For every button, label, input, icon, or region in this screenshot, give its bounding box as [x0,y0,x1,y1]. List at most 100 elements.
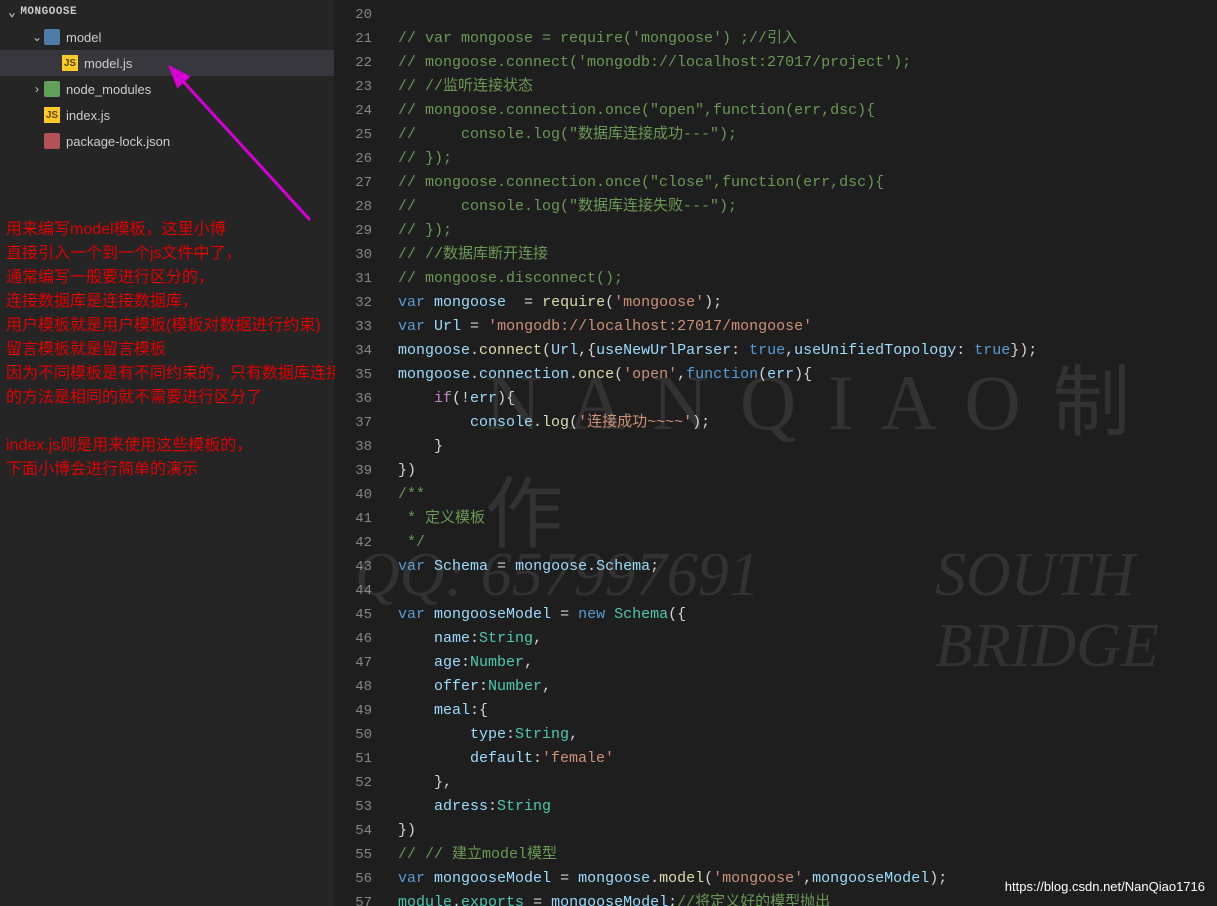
tree-item-label: package-lock.json [66,134,170,149]
code-line[interactable]: var mongoose = require('mongoose'); [398,291,1217,315]
code-line[interactable]: }, [398,771,1217,795]
line-number: 21 [335,27,372,51]
code-line[interactable] [398,579,1217,603]
line-number: 54 [335,819,372,843]
tree-item-package-lock-json[interactable]: package-lock.json [0,128,334,154]
line-number: 37 [335,411,372,435]
code-line[interactable]: // mongoose.disconnect(); [398,267,1217,291]
chevron-down-icon: ⌄ [30,30,44,44]
code-line[interactable]: adress:String [398,795,1217,819]
code-line[interactable]: name:String, [398,627,1217,651]
line-number-gutter: 2021222324252627282930313233343536373839… [335,0,390,906]
code-line[interactable]: default:'female' [398,747,1217,771]
code-line[interactable]: // //监听连接状态 [398,75,1217,99]
code-line[interactable]: // }); [398,219,1217,243]
chevron-down-icon: ⌄ [8,5,16,20]
code-line[interactable]: // // 建立model模型 [398,843,1217,867]
code-line[interactable]: // }); [398,147,1217,171]
explorer-sidebar: ⌄ MONGOOSE ⌄ model JS model.js › node_modules… [0,0,335,906]
code-line[interactable]: var Schema = mongoose.Schema; [398,555,1217,579]
line-number: 40 [335,483,372,507]
code-line[interactable]: // mongoose.connect('mongodb://localhost… [398,51,1217,75]
line-number: 29 [335,219,372,243]
code-line[interactable]: age:Number, [398,651,1217,675]
code-line[interactable]: // mongoose.connection.once("close",func… [398,171,1217,195]
tree-item-model-js[interactable]: JS model.js [0,50,334,76]
file-tree: ⌄ model JS model.js › node_modules JS index.js p… [0,24,334,154]
line-number: 48 [335,675,372,699]
code-line[interactable]: }) [398,459,1217,483]
line-number: 24 [335,99,372,123]
code-line[interactable]: meal:{ [398,699,1217,723]
code-line[interactable]: // console.log("数据库连接成功---"); [398,123,1217,147]
line-number: 49 [335,699,372,723]
line-number: 39 [335,459,372,483]
code-line[interactable]: var mongooseModel = new Schema({ [398,603,1217,627]
explorer-root-header[interactable]: ⌄ MONGOOSE [0,0,334,24]
line-number: 57 [335,891,372,906]
line-number: 20 [335,3,372,27]
line-number: 33 [335,315,372,339]
tree-item-node-modules[interactable]: › node_modules [0,76,334,102]
line-number: 30 [335,243,372,267]
code-line[interactable]: */ [398,531,1217,555]
code-line[interactable]: // //数据库断开连接 [398,243,1217,267]
line-number: 43 [335,555,372,579]
line-number: 36 [335,387,372,411]
line-number: 27 [335,171,372,195]
tree-item-index-js[interactable]: JS index.js [0,102,334,128]
line-number: 26 [335,147,372,171]
editor-pane[interactable]: 2021222324252627282930313233343536373839… [335,0,1217,906]
line-number: 42 [335,531,372,555]
line-number: 25 [335,123,372,147]
line-number: 23 [335,75,372,99]
line-number: 47 [335,651,372,675]
code-line[interactable]: }) [398,819,1217,843]
line-number: 50 [335,723,372,747]
tree-item-label: index.js [66,108,110,123]
code-line[interactable]: offer:Number, [398,675,1217,699]
line-number: 56 [335,867,372,891]
code-line[interactable]: * 定义模板 [398,507,1217,531]
line-number: 44 [335,579,372,603]
code-line[interactable]: /** [398,483,1217,507]
code-line[interactable]: mongoose.connection.once('open',function… [398,363,1217,387]
line-number: 51 [335,747,372,771]
line-number: 53 [335,795,372,819]
line-number: 55 [335,843,372,867]
code-line[interactable]: console.log('连接成功~~~~'); [398,411,1217,435]
code-area[interactable]: // var mongoose = require('mongoose') ;/… [390,0,1217,906]
tree-item-label: node_modules [66,82,151,97]
source-link: https://blog.csdn.net/NanQiao1716 [1005,879,1205,894]
line-number: 32 [335,291,372,315]
code-line[interactable]: var Url = 'mongodb://localhost:27017/mon… [398,315,1217,339]
node-modules-icon [44,81,60,97]
line-number: 35 [335,363,372,387]
code-line[interactable]: } [398,435,1217,459]
js-file-icon: JS [44,107,60,123]
line-number: 28 [335,195,372,219]
code-line[interactable]: if(!err){ [398,387,1217,411]
line-number: 45 [335,603,372,627]
code-line[interactable]: // console.log("数据库连接失败---"); [398,195,1217,219]
line-number: 31 [335,267,372,291]
json-file-icon [44,133,60,149]
code-line[interactable]: // mongoose.connection.once("open",funct… [398,99,1217,123]
code-line[interactable]: type:String, [398,723,1217,747]
line-number: 46 [335,627,372,651]
line-number: 22 [335,51,372,75]
line-number: 38 [335,435,372,459]
folder-icon [44,29,60,45]
code-line[interactable]: // var mongoose = require('mongoose') ;/… [398,27,1217,51]
tree-item-model[interactable]: ⌄ model [0,24,334,50]
explorer-root-label: MONGOOSE [20,6,77,18]
line-number: 52 [335,771,372,795]
code-line[interactable] [398,3,1217,27]
chevron-right-icon: › [30,82,44,96]
line-number: 34 [335,339,372,363]
line-number: 41 [335,507,372,531]
code-line[interactable]: mongoose.connect(Url,{useNewUrlParser: t… [398,339,1217,363]
tree-item-label: model.js [84,56,132,71]
js-file-icon: JS [62,55,78,71]
tree-item-label: model [66,30,101,45]
